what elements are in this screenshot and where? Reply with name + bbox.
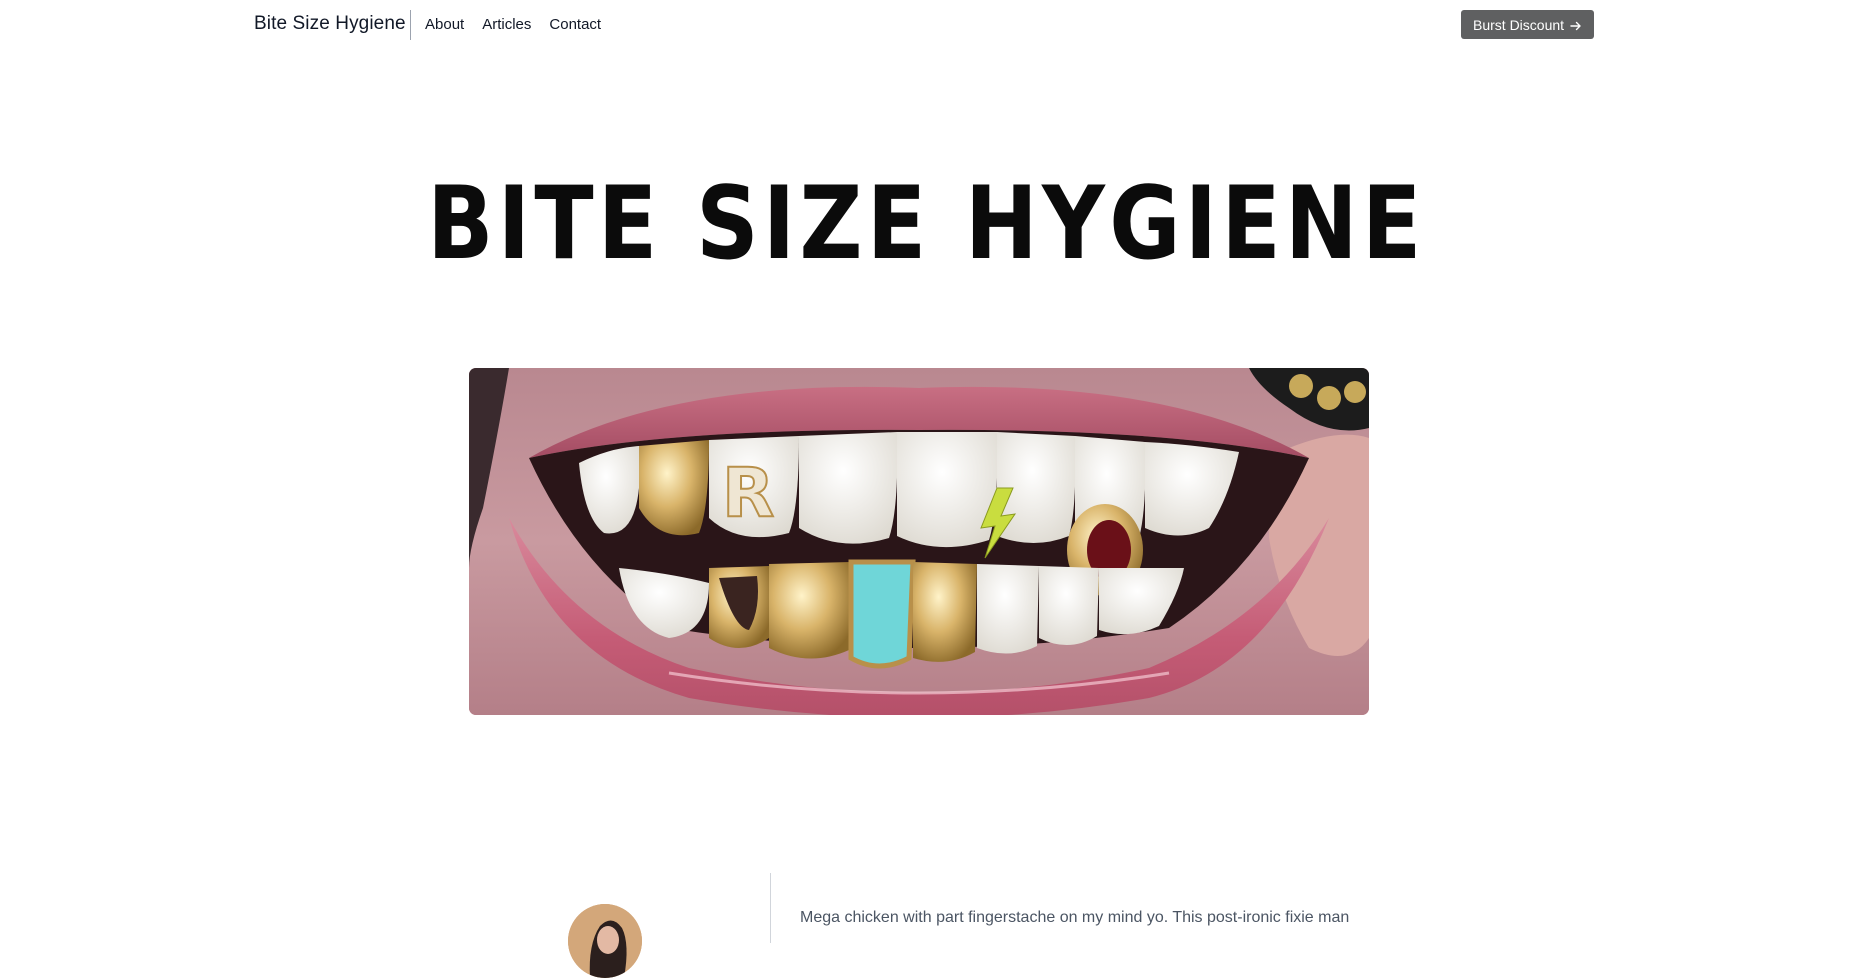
- mouth-grills-illustration: R: [469, 368, 1369, 715]
- nav-contact[interactable]: Contact: [549, 16, 601, 33]
- main-nav: About Articles Contact: [425, 16, 601, 33]
- arrow-right-icon: [1570, 19, 1582, 31]
- site-header: Bite Size Hygiene About Articles Contact…: [0, 0, 1855, 50]
- svg-text:R: R: [722, 454, 774, 533]
- author-avatar: [568, 904, 642, 978]
- brand-name[interactable]: Bite Size Hygiene: [254, 13, 406, 35]
- brand-divider: [410, 10, 411, 40]
- nav-about[interactable]: About: [425, 16, 464, 33]
- hero-title: BITE SIZE HYGIENE: [427, 164, 1426, 282]
- nav-articles[interactable]: Articles: [482, 16, 531, 33]
- intro-paragraph: Mega chicken with part fingerstache on m…: [800, 909, 1350, 926]
- burst-discount-label: Burst Discount: [1473, 16, 1565, 33]
- burst-discount-button[interactable]: Burst Discount: [1461, 10, 1595, 39]
- hero-image: R: [469, 368, 1369, 715]
